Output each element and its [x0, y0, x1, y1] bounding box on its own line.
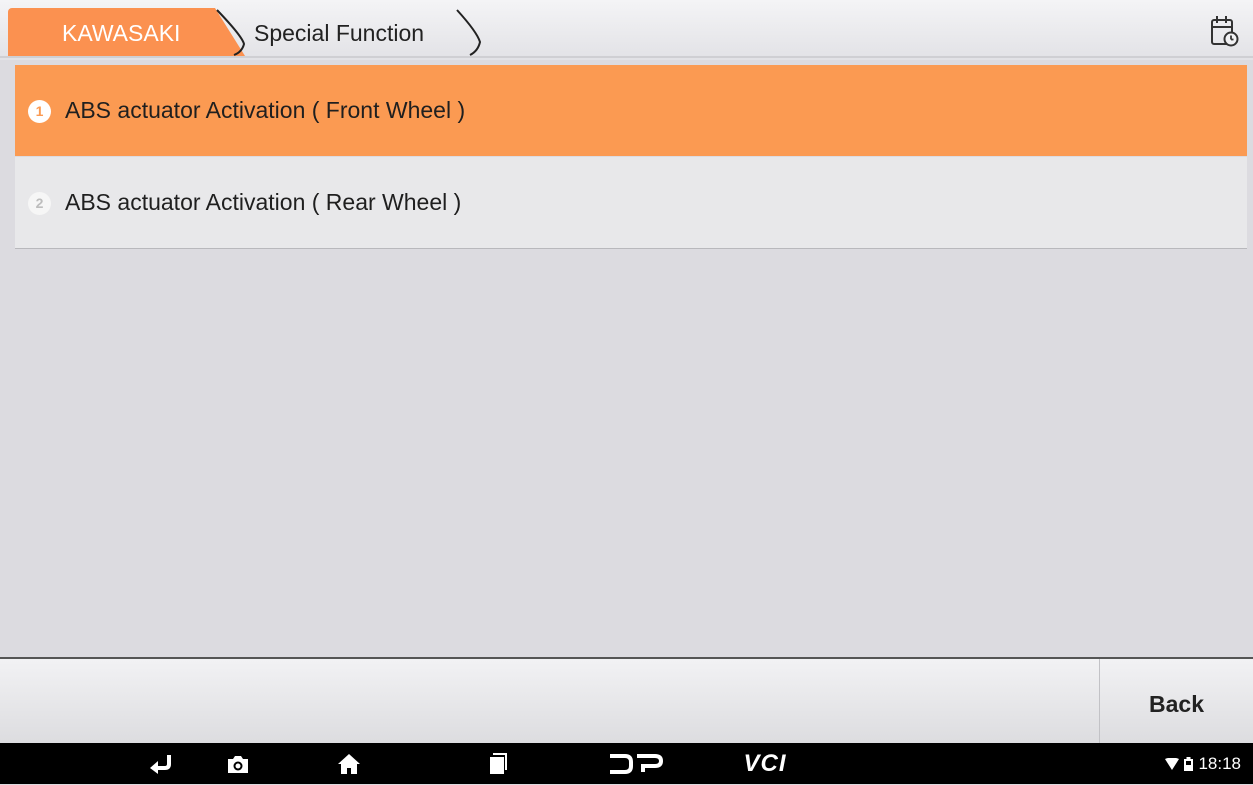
- item-number-badge: 1: [28, 100, 51, 123]
- breadcrumb-make[interactable]: KAWASAKI: [8, 8, 253, 56]
- battery-icon: [1184, 756, 1194, 771]
- breadcrumb-function[interactable]: Special Function: [254, 8, 494, 56]
- item-label: ABS actuator Activation ( Front Wheel ): [65, 97, 466, 123]
- header-bar: KAWASAKI Special Function: [0, 0, 1253, 60]
- item-label: ABS actuator Activation ( Rear Wheel ): [65, 189, 462, 215]
- calendar-clock-icon[interactable]: [1209, 14, 1239, 48]
- header-divider: [0, 56, 1253, 58]
- wifi-icon: [1165, 757, 1180, 770]
- back-arrow-icon[interactable]: [140, 743, 180, 784]
- system-nav-bar: VCI 18:18: [0, 743, 1253, 784]
- back-button[interactable]: Back: [1099, 659, 1253, 745]
- dp-logo-icon[interactable]: [605, 743, 665, 784]
- function-list: 1 ABS actuator Activation ( Front Wheel …: [8, 60, 1253, 657]
- clock-time: 18:18: [1198, 754, 1241, 773]
- item-number-badge: 2: [28, 192, 51, 215]
- bottom-toolbar: Back: [0, 657, 1253, 745]
- breadcrumb-separator-icon: [456, 9, 482, 56]
- home-icon[interactable]: [329, 743, 369, 784]
- camera-icon[interactable]: [218, 743, 258, 784]
- list-item-rear-wheel[interactable]: 2 ABS actuator Activation ( Rear Wheel ): [15, 157, 1247, 249]
- list-item-front-wheel[interactable]: 1 ABS actuator Activation ( Front Wheel …: [15, 65, 1247, 156]
- breadcrumb-label-make: KAWASAKI: [62, 20, 181, 46]
- recent-apps-icon[interactable]: [477, 743, 517, 784]
- status-area: 18:18: [1165, 743, 1241, 784]
- vci-logo-icon[interactable]: VCI: [730, 743, 800, 784]
